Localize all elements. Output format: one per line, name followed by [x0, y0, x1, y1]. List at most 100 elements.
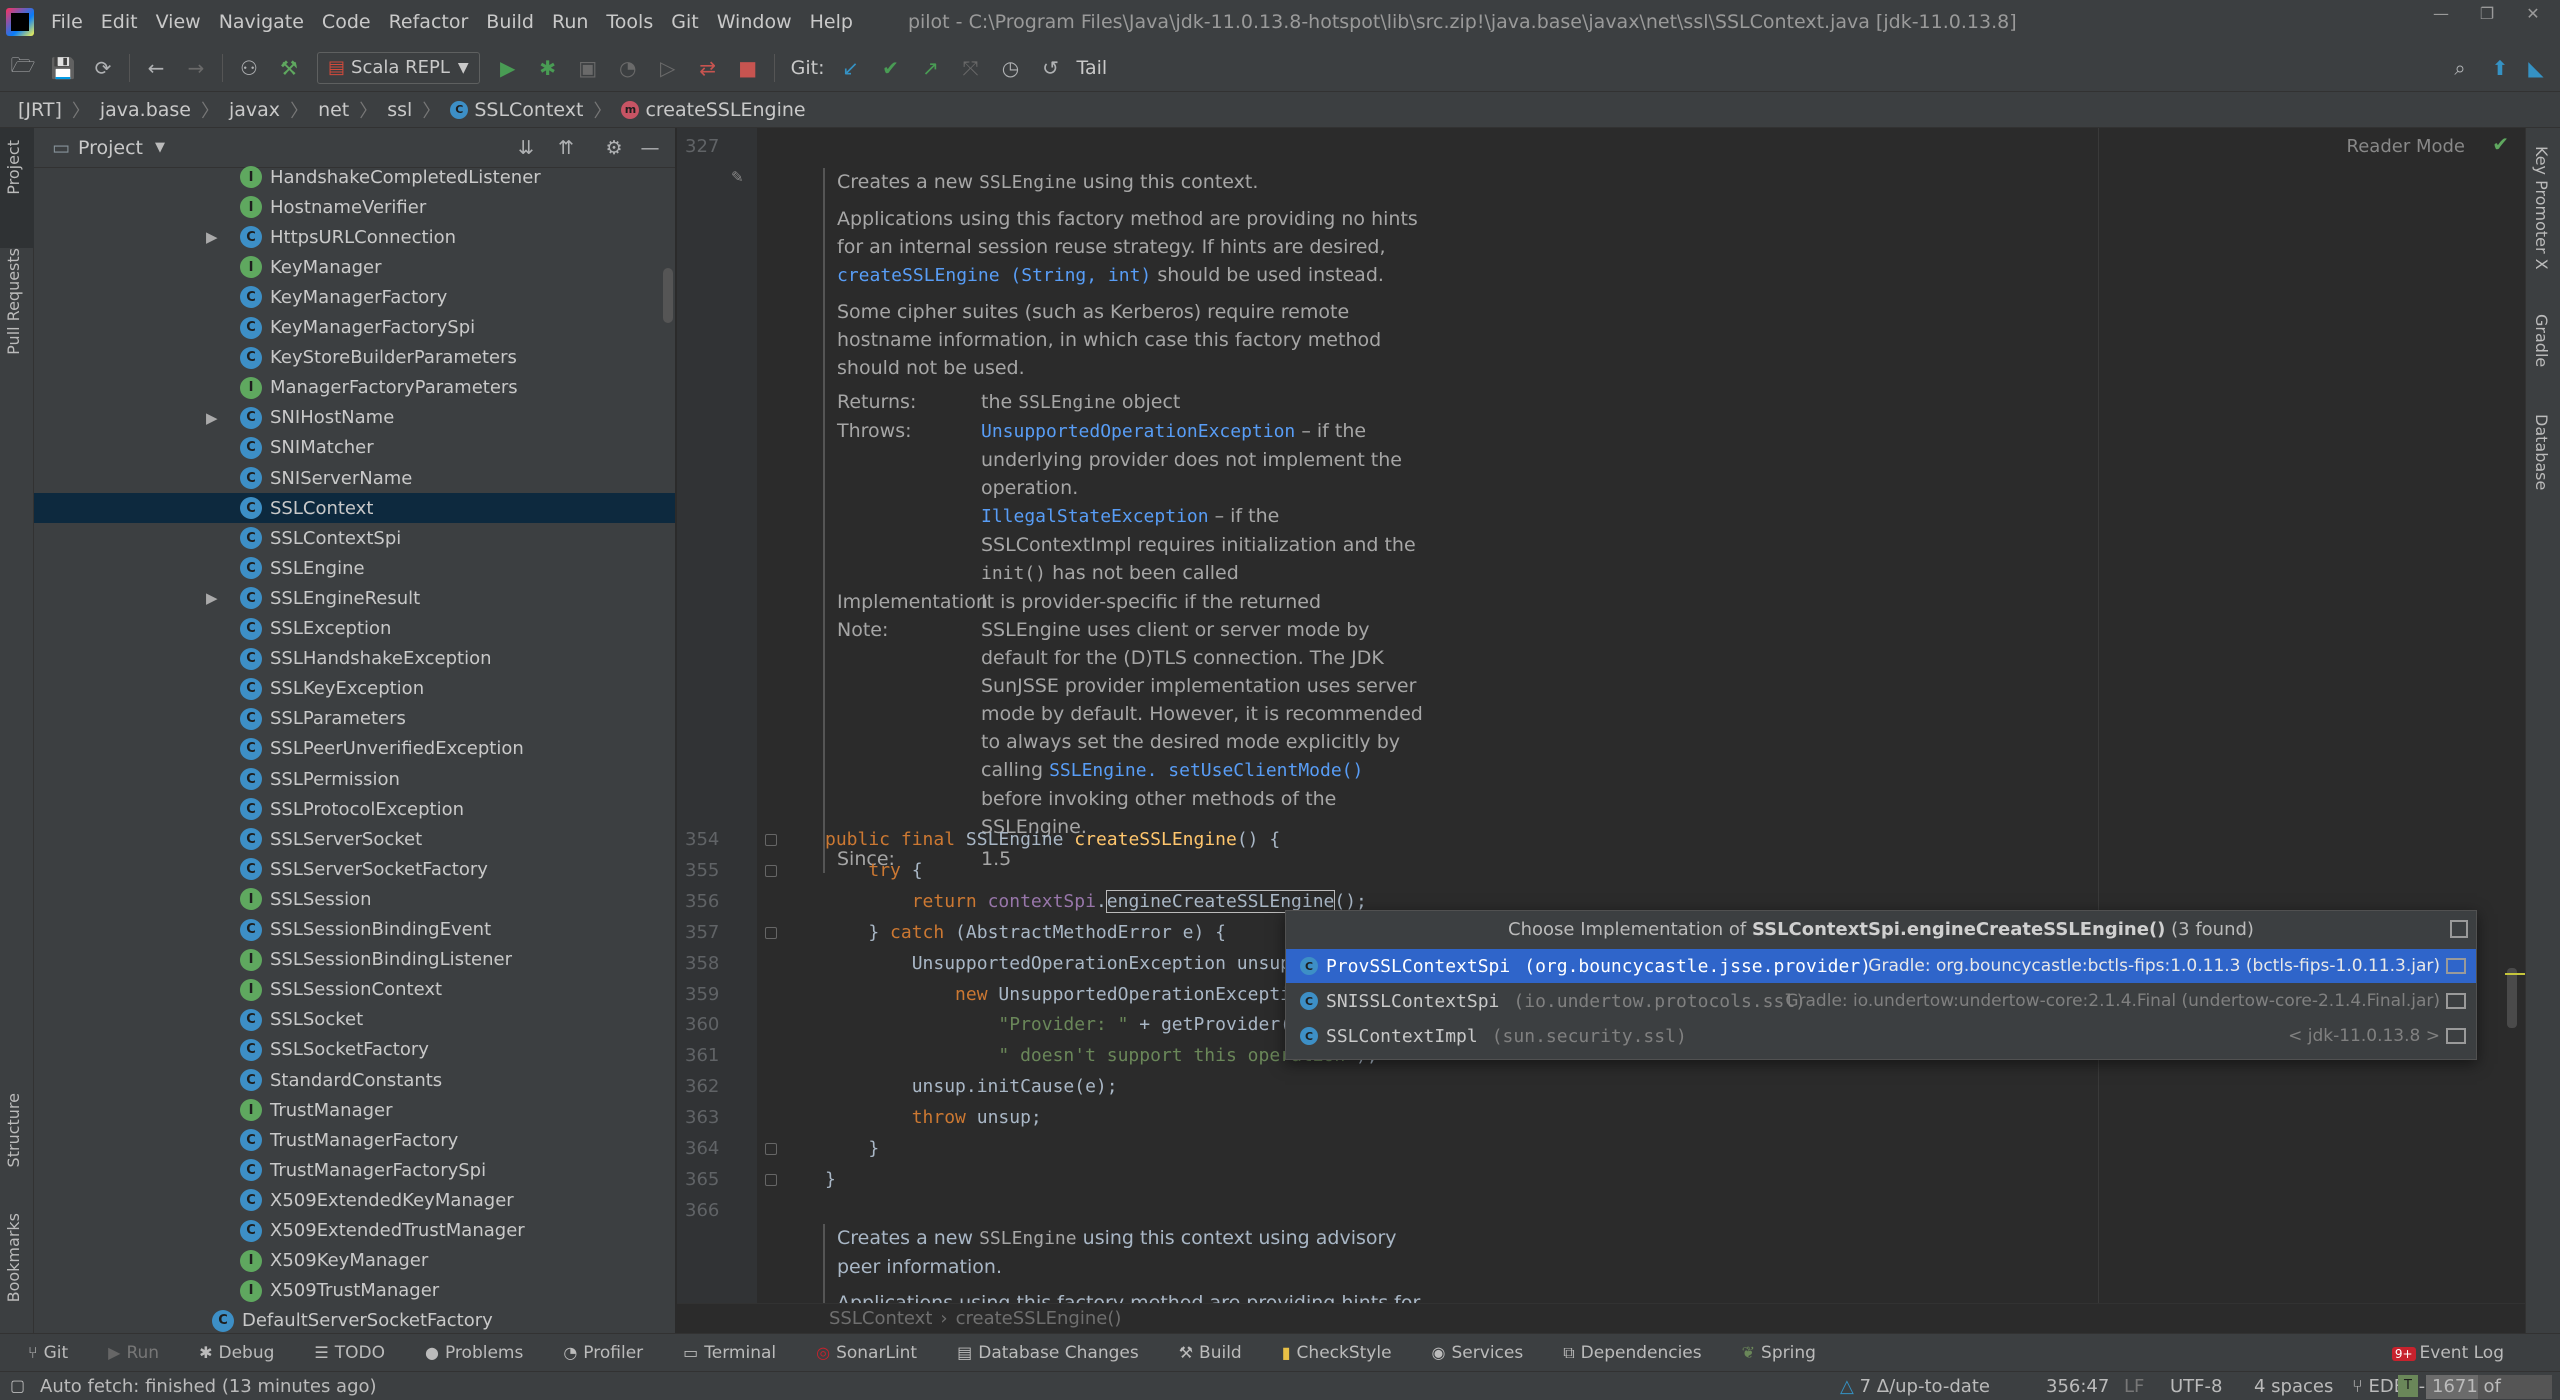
tree-item[interactable]: I SSLSession	[34, 884, 675, 914]
menu-run[interactable]: Run	[543, 0, 597, 44]
file-encoding[interactable]: UTF-8	[2170, 1376, 2222, 1397]
tree-item[interactable]: C SSLSocketFactory	[34, 1035, 675, 1065]
forward-icon[interactable]: →	[181, 53, 211, 83]
tree-item[interactable]: C SSLPermission	[34, 764, 675, 794]
coverage-icon[interactable]: ▣	[573, 53, 603, 83]
profile-icon[interactable]: ◔	[613, 53, 643, 83]
vcs-status[interactable]: △ 7 Δ/up-to-date	[1840, 1376, 1990, 1397]
tool-profiler[interactable]: ◔ Profiler	[563, 1343, 643, 1363]
tree-item[interactable]: I HandshakeCompletedListener	[34, 162, 675, 192]
doc-link-setuseclientmode[interactable]: SSLEngine. setUseClientMode()	[1049, 760, 1363, 781]
tree-item[interactable]: C SSLSocket	[34, 1005, 675, 1035]
run-anything-icon[interactable]: ⚇	[234, 53, 264, 83]
caret-position[interactable]: 356:47	[2046, 1376, 2109, 1397]
doc-link-illegal-state[interactable]: IllegalStateException	[981, 506, 1209, 527]
run-icon[interactable]: ▶	[493, 53, 523, 83]
menu-window[interactable]: Window	[708, 0, 801, 44]
tail-button[interactable]: Tail	[1077, 57, 1108, 79]
tree-item[interactable]: I X509TrustManager	[34, 1276, 675, 1306]
git-merge-icon[interactable]: ⤧	[956, 53, 986, 83]
fold-toggle-icon[interactable]	[765, 1173, 777, 1186]
toggle-panels-icon[interactable]: ▢	[10, 1376, 25, 1395]
history-icon[interactable]: ◷	[996, 53, 1026, 83]
update-icon[interactable]: ⬆	[2485, 53, 2515, 83]
tree-item[interactable]: C TrustManagerFactory	[34, 1125, 675, 1155]
menu-edit[interactable]: Edit	[92, 0, 147, 44]
code-editor[interactable]: 327 ✎ 354 355 356 357 358 359 360 361 362 363 364 3…	[677, 128, 2525, 1303]
close-icon[interactable]: ✕	[2510, 0, 2556, 28]
collapse-all-icon[interactable]: ⇈	[552, 134, 580, 162]
status-message[interactable]: Auto fetch: finished (13 minutes ago)	[40, 1376, 377, 1397]
menu-refactor[interactable]: Refactor	[380, 0, 478, 44]
tree-scrollbar[interactable]	[663, 268, 673, 323]
tab-pull-requests[interactable]: Pull Requests	[4, 248, 23, 355]
menu-view[interactable]: View	[147, 0, 210, 44]
expand-arrow-icon[interactable]: ▶	[206, 589, 218, 607]
git-commit-icon[interactable]: ✔	[876, 53, 906, 83]
tree-item[interactable]: C TrustManagerFactorySpi	[34, 1155, 675, 1185]
tree-item[interactable]: ▶ C SSLEngineResult	[34, 583, 675, 613]
tree-item[interactable]: C SNIServerName	[34, 463, 675, 493]
tree-item[interactable]: I X509KeyManager	[34, 1246, 675, 1276]
breadcrumb-item[interactable]: net	[318, 99, 349, 121]
restore-icon[interactable]: ❐	[2464, 0, 2510, 28]
build-hammer-icon[interactable]: ⚒	[274, 53, 304, 83]
tree-item[interactable]: C SSLKeyException	[34, 674, 675, 704]
fold-toggle-icon[interactable]	[765, 834, 777, 846]
tree-item[interactable]: C SSLParameters	[34, 704, 675, 734]
tree-item[interactable]: C SSLServerSocketFactory	[34, 854, 675, 884]
rollback-icon[interactable]: ↺	[1036, 53, 1066, 83]
expand-all-icon[interactable]: ⇊	[512, 134, 540, 162]
save-all-icon[interactable]: 💾	[48, 53, 78, 83]
tree-item[interactable]: ▶ C SNIHostName	[34, 403, 675, 433]
crumb-class[interactable]: SSLContext	[829, 1308, 932, 1329]
breadcrumb-item[interactable]: C SSLContext	[450, 99, 583, 121]
breadcrumb-item[interactable]: [JRT]	[18, 99, 62, 121]
tree-item[interactable]: C SSLException	[34, 614, 675, 644]
doc-link-createsslengine[interactable]: createSSLEngine (String, int)	[837, 265, 1151, 286]
expand-arrow-icon[interactable]: ▶	[206, 228, 218, 246]
hide-panel-icon[interactable]: —	[636, 134, 664, 162]
tree-item[interactable]: I KeyManager	[34, 252, 675, 282]
event-log-button[interactable]: 9+ Event Log	[2391, 1343, 2504, 1363]
tool-debug[interactable]: ✱ Debug	[199, 1343, 274, 1363]
tab-structure[interactable]: Structure	[4, 1093, 23, 1167]
code-line[interactable]: new UnsupportedOperationException(	[825, 980, 1323, 1010]
search-icon[interactable]: ⌕	[2445, 53, 2475, 83]
code-line[interactable]: public final SSLEngine createSSLEngine()…	[825, 825, 1280, 855]
tab-gradle[interactable]: Gradle	[2532, 314, 2551, 367]
tree-item[interactable]: C KeyManagerFactorySpi	[34, 313, 675, 343]
breadcrumb-item[interactable]: java.base	[100, 99, 191, 121]
code-line[interactable]: }	[825, 1165, 836, 1195]
breadcrumb-item[interactable]: javax	[229, 99, 280, 121]
tree-item[interactable]: C DefaultServerSocketFactory	[34, 1306, 675, 1333]
tree-item[interactable]: C SSLSessionBindingEvent	[34, 915, 675, 945]
code-line[interactable]: } catch (AbstractMethodError e) {	[825, 918, 1226, 948]
tab-project[interactable]: Project	[4, 140, 23, 195]
tree-item[interactable]: C KeyStoreBuilderParameters	[34, 343, 675, 373]
indent-setting[interactable]: 4 spaces	[2254, 1376, 2333, 1397]
code-with-me-icon[interactable]: ◣	[2521, 53, 2551, 83]
code-style-icon[interactable]: T	[2398, 1375, 2418, 1397]
tab-key-promoter[interactable]: Key Promoter X	[2532, 146, 2551, 270]
menu-git[interactable]: Git	[662, 0, 707, 44]
tree-item[interactable]: I SSLSessionContext	[34, 975, 675, 1005]
menu-file[interactable]: File	[42, 0, 92, 44]
tree-item[interactable]: C SNIMatcher	[34, 433, 675, 463]
tool-spring[interactable]: ❦ Spring	[1742, 1343, 1816, 1363]
code-line[interactable]: unsup.initCause(e);	[825, 1072, 1118, 1102]
git-update-icon[interactable]: ↙	[836, 53, 866, 83]
open-folder-icon[interactable]: 🗁	[8, 53, 38, 83]
code-line[interactable]: "Provider: " + getProvider() +	[825, 1010, 1323, 1040]
project-view-select[interactable]: Project	[78, 137, 143, 159]
sync-icon[interactable]: ⟳	[88, 53, 118, 83]
fold-toggle-icon[interactable]	[765, 1143, 777, 1155]
rerun-icon[interactable]: ⇄	[693, 53, 723, 83]
menu-tools[interactable]: Tools	[597, 0, 662, 44]
menu-build[interactable]: Build	[477, 0, 543, 44]
chevron-down-icon[interactable]: ▼	[155, 140, 165, 155]
tool-git[interactable]: ⑂ Git	[28, 1343, 68, 1363]
resume-icon[interactable]: ▷	[653, 53, 683, 83]
tree-item[interactable]: C SSLHandshakeException	[34, 644, 675, 674]
code-line[interactable]: try {	[825, 856, 922, 886]
